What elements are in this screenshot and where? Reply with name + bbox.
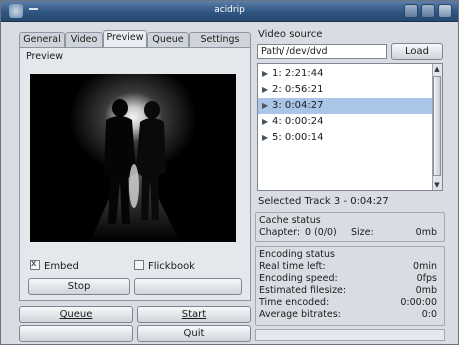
size-value: 0mb: [415, 227, 437, 238]
queue-button[interactable]: Queue: [19, 306, 133, 323]
embed-label: Embed: [44, 261, 79, 272]
cache-status-group: Cache status Chapter: 0 (0/0) Size: 0mb: [255, 212, 445, 242]
row-value: 0mb: [415, 285, 437, 296]
expand-arrow-icon[interactable]: ▶: [262, 114, 272, 130]
action-buttons: Queue Start Quit: [19, 303, 251, 343]
check-mark-icon: x: [31, 259, 37, 269]
track-item-selected[interactable]: ▶ 3: 0:04:27: [258, 98, 434, 114]
row-label: Encoding speed:: [259, 273, 338, 284]
path-value: /dev/dvd: [286, 46, 328, 57]
tab-label: General: [23, 34, 61, 45]
expand-arrow-icon[interactable]: ▶: [262, 66, 272, 82]
time-encoded-row: Time encoded: 0:00:00: [259, 297, 441, 309]
track-label: 2: 0:56:21: [272, 84, 324, 95]
track-label: 4: 0:00:24: [272, 116, 324, 127]
row-label: Estimated filesize:: [259, 285, 347, 296]
title-bar: acidrip: [1, 1, 458, 22]
track-list[interactable]: ▶ 1: 2:21:44 ▶ 2: 0:56:21 ▶ 3: 0:04:27 ▶ 4: …: [257, 63, 443, 191]
close-icon[interactable]: [438, 4, 452, 18]
tab-settings[interactable]: Settings: [189, 32, 251, 47]
preview-panel: Preview x Embed Flickbook Stop: [19, 47, 251, 301]
track-list-scrollbar[interactable]: ▲ ▼: [432, 64, 442, 190]
flickbook-checkbox[interactable]: Flickbook: [134, 260, 195, 272]
quit-button[interactable]: Quit: [137, 325, 251, 342]
encoding-status-group: Encoding status Real time left: 0min Enco…: [255, 246, 445, 326]
path-label: Path: [261, 46, 282, 57]
window-title: acidrip: [214, 5, 245, 15]
maximize-icon[interactable]: [421, 4, 435, 18]
status-bar: [255, 329, 445, 341]
track-label: 1: 2:21:44: [272, 68, 324, 79]
preview-section-label: Preview: [26, 51, 63, 62]
size-label: Size:: [351, 227, 374, 238]
row-label: Average bitrates:: [259, 309, 341, 320]
minimize-icon[interactable]: [404, 4, 418, 18]
stop-button[interactable]: Stop: [28, 278, 130, 295]
track-label: 3: 0:04:27: [272, 100, 324, 111]
row-label: Time encoded:: [259, 297, 330, 308]
start-label: Start: [181, 309, 207, 320]
main-window: acidrip General Video Preview Queue Sett…: [0, 0, 459, 345]
scroll-thumb[interactable]: [433, 76, 441, 176]
row-value: 0min: [413, 261, 437, 272]
video-preview: [30, 74, 236, 242]
scroll-down-icon[interactable]: ▼: [433, 180, 441, 190]
tab-label: Preview: [106, 32, 144, 43]
tab-video[interactable]: Video: [65, 32, 103, 47]
estimated-filesize-row: Estimated filesize: 0mb: [259, 285, 441, 297]
row-value: 0fps: [416, 273, 437, 284]
selected-track-text: Selected Track 3 - 0:04:27: [258, 196, 389, 207]
video-source-label: Video source: [258, 29, 323, 40]
track-item[interactable]: ▶ 2: 0:56:21: [258, 82, 434, 98]
encoding-speed-row: Encoding speed: 0fps: [259, 273, 441, 285]
real-time-left-row: Real time left: 0min: [259, 261, 441, 273]
average-bitrates-row: Average bitrates: 0:0: [259, 309, 441, 321]
tab-label: Video: [70, 34, 98, 45]
path-separator: /: [281, 46, 285, 57]
expand-arrow-icon[interactable]: ▶: [262, 98, 272, 114]
tab-label: Queue: [152, 34, 184, 45]
tab-label: Settings: [200, 34, 240, 45]
chapter-label: Chapter:: [259, 227, 301, 238]
track-item[interactable]: ▶ 1: 2:21:44: [258, 66, 434, 82]
track-label: 5: 0:00:14: [272, 132, 324, 143]
row-value: 0:00:00: [400, 297, 437, 308]
video-frame-image: [30, 74, 236, 242]
checkbox-box[interactable]: [134, 260, 144, 270]
checkbox-box[interactable]: x: [30, 259, 40, 270]
flickbook-label: Flickbook: [148, 261, 195, 272]
tab-preview[interactable]: Preview: [103, 30, 147, 48]
blank-button[interactable]: [134, 278, 242, 295]
expand-arrow-icon[interactable]: ▶: [262, 130, 272, 146]
cache-status-label: Cache status: [259, 215, 321, 226]
track-item[interactable]: ▶ 4: 0:00:24: [258, 114, 434, 130]
start-button[interactable]: Start: [137, 306, 251, 323]
load-button[interactable]: Load: [391, 43, 443, 60]
cache-chapter-row: Chapter: 0 (0/0) Size: 0mb: [259, 227, 441, 239]
row-value: 0:0: [421, 309, 437, 320]
scroll-up-icon[interactable]: ▲: [433, 64, 441, 74]
embed-checkbox[interactable]: x Embed: [30, 259, 79, 272]
tab-queue[interactable]: Queue: [147, 32, 189, 47]
tab-general[interactable]: General: [19, 32, 65, 47]
chapter-value: 0 (0/0): [305, 227, 337, 238]
queue-label: Queue: [59, 309, 93, 320]
blank-action-button[interactable]: [19, 325, 133, 342]
encoding-status-label: Encoding status: [259, 249, 335, 260]
track-item[interactable]: ▶ 5: 0:00:14: [258, 130, 434, 146]
row-label: Real time left:: [259, 261, 326, 272]
expand-arrow-icon[interactable]: ▶: [262, 82, 272, 98]
path-input[interactable]: Path / /dev/dvd: [257, 44, 387, 59]
